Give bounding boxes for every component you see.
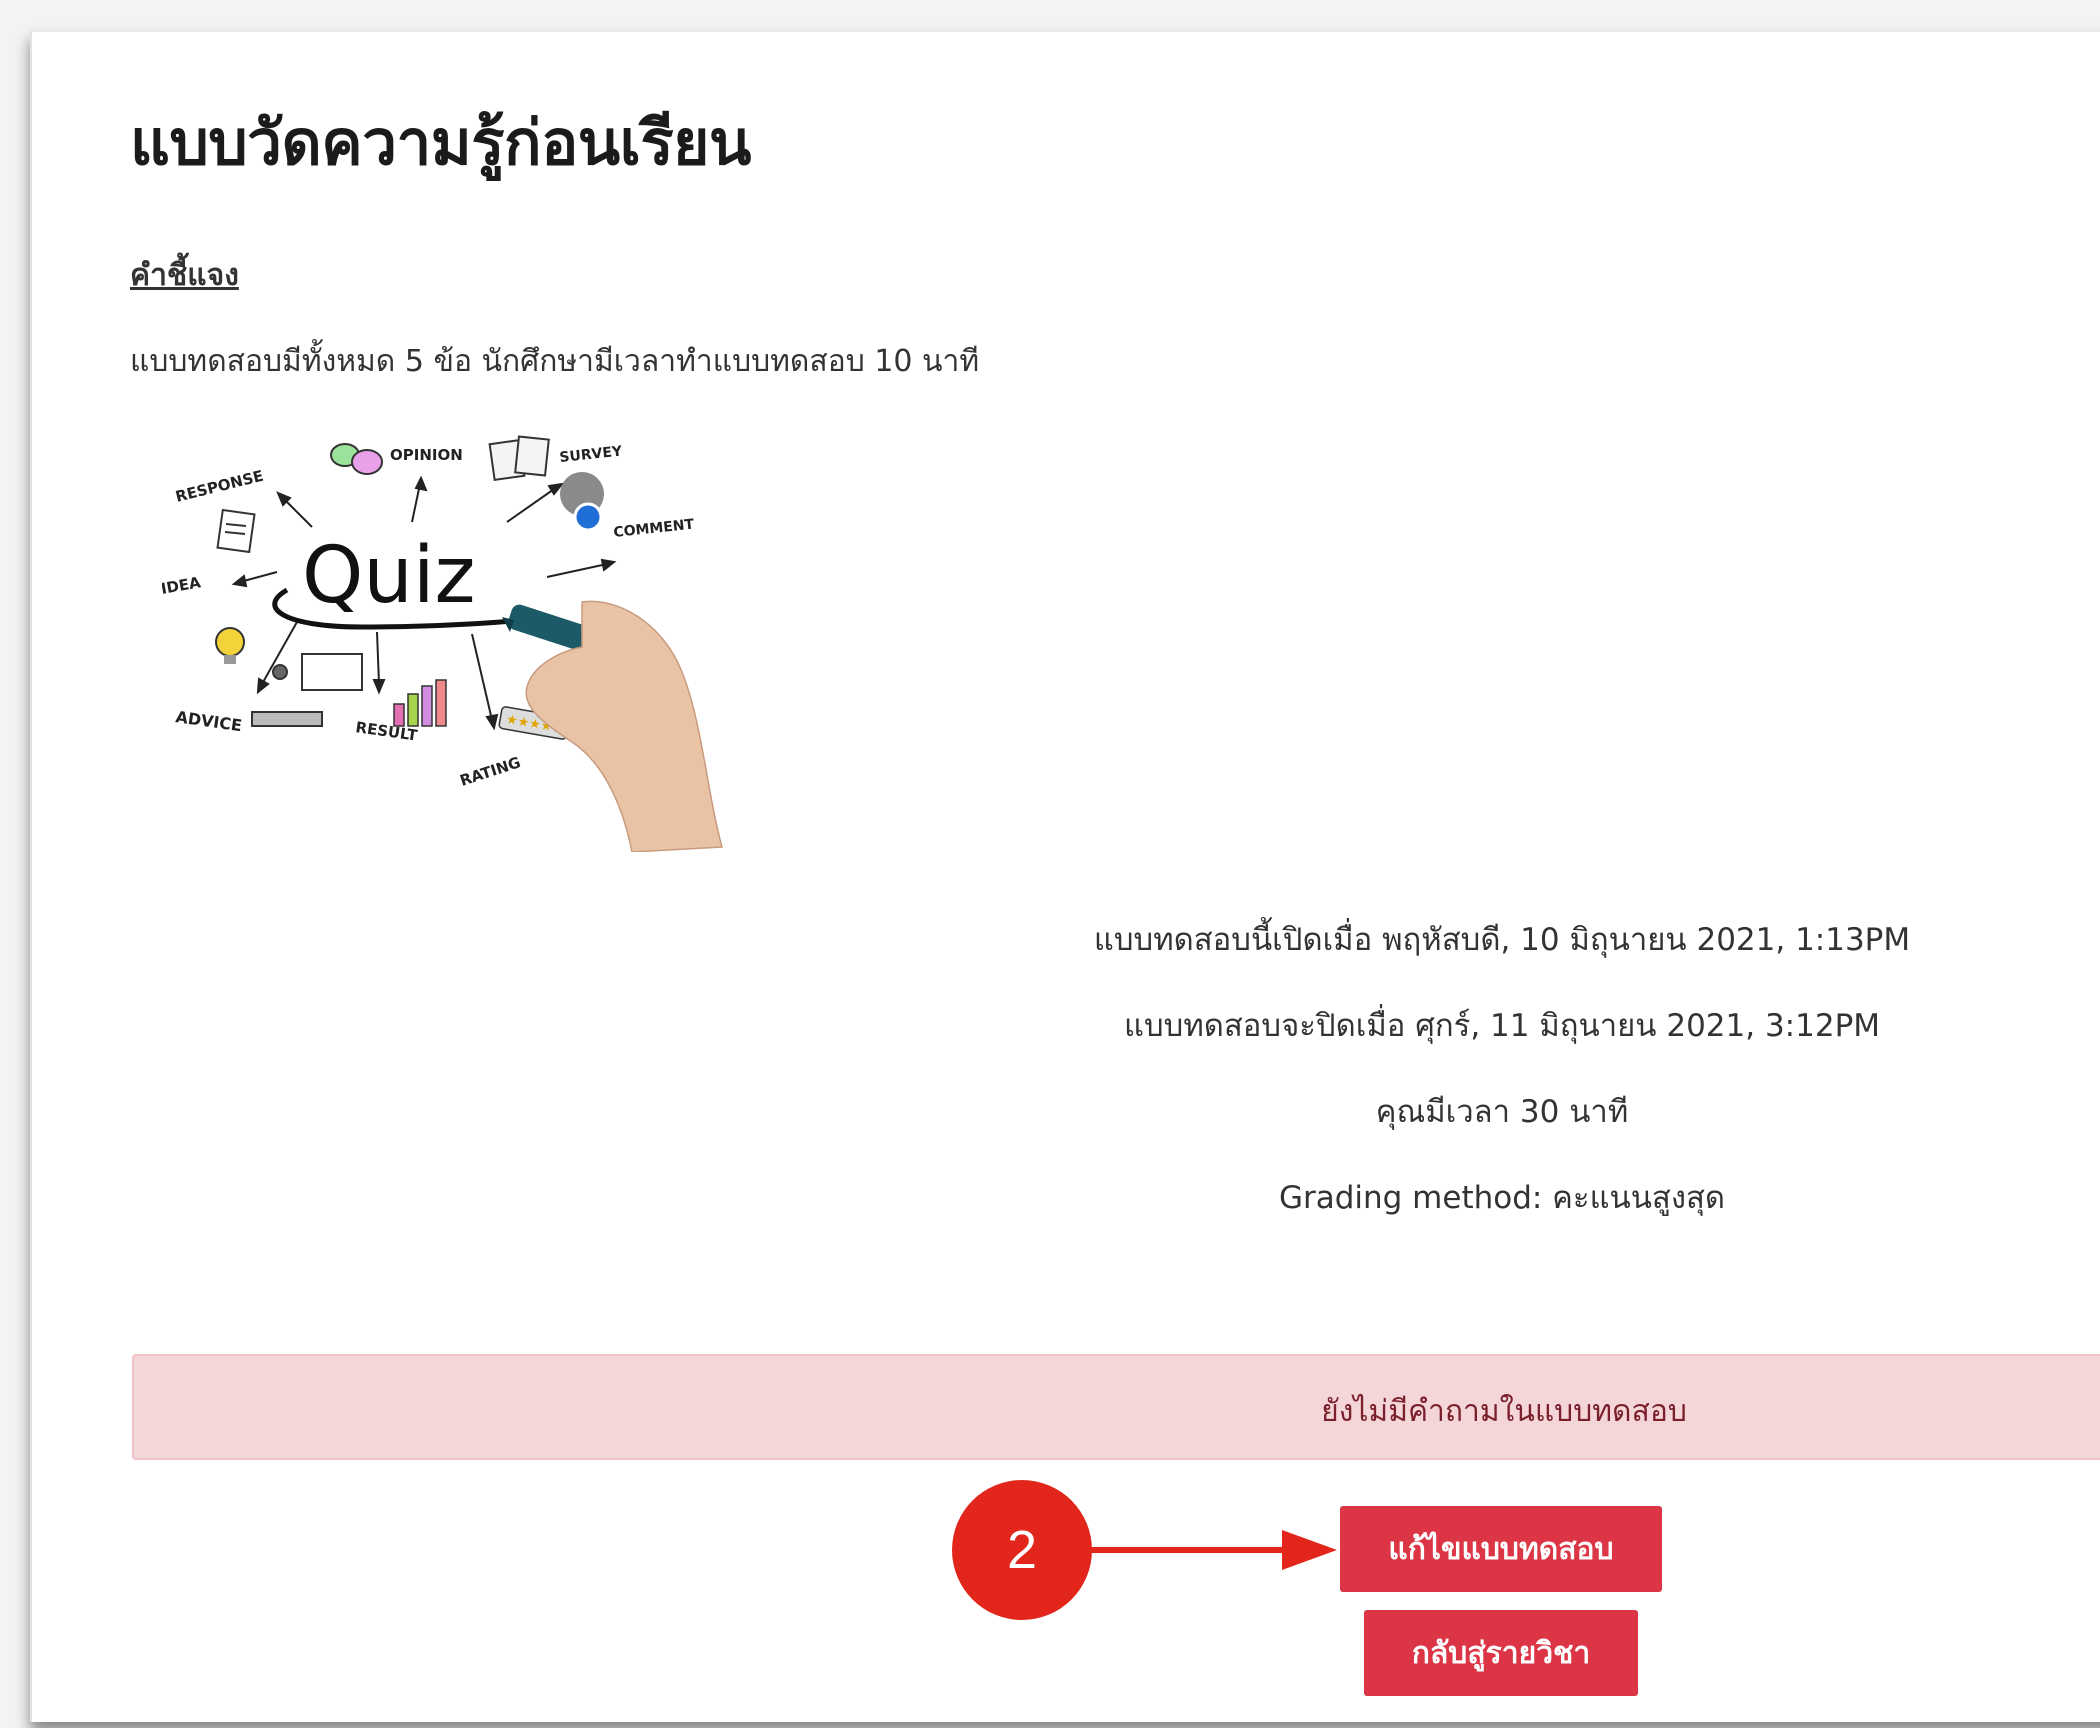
clipboard-icon xyxy=(216,508,256,554)
idea-label: IDEA xyxy=(162,573,202,598)
team-gear-icon xyxy=(560,472,604,532)
arrow-line xyxy=(471,633,493,721)
quiz-illustration: ★★★★★ RESPONSE OPINION SURVEY COMMENT ID… xyxy=(162,422,752,852)
arrowhead xyxy=(372,679,386,695)
lightbulb-icon xyxy=(215,627,245,664)
step-number-badge: 2 xyxy=(952,1480,1092,1620)
instructions-heading: คำชี้แจง xyxy=(130,258,239,293)
instructions-text: แบบทดสอบมีทั้งหมด 5 ข้อ นักศึกษามีเวลาทำ… xyxy=(130,344,980,379)
screenshot-stage: แบบวัดความรู้ก่อนเรียน คำชี้แจง แบบทดสอบ… xyxy=(0,0,2100,1728)
page-title: แบบวัดความรู้ก่อนเรียน xyxy=(130,106,751,179)
arrow-line xyxy=(546,563,608,578)
arrow-line xyxy=(411,483,421,523)
arrow-line xyxy=(376,631,380,685)
arrowhead xyxy=(231,574,248,588)
back-to-course-button[interactable]: กลับสู่รายวิชา xyxy=(1364,1610,1638,1696)
survey-book-icon xyxy=(488,435,550,482)
quiz-time-limit: คุณมีเวลา 30 นาที xyxy=(1375,1094,1629,1130)
arrowhead xyxy=(547,482,565,496)
no-questions-alert: ยังไม่มีคำถามในแบบทดสอบ xyxy=(132,1354,2100,1460)
response-label: RESPONSE xyxy=(174,467,266,506)
quiz-card: แบบวัดความรู้ก่อนเรียน คำชี้แจง แบบทดสอบ… xyxy=(30,30,2100,1722)
arrowhead xyxy=(485,713,499,731)
comment-label: COMMENT xyxy=(613,517,696,541)
quiz-close-date: แบบทดสอบจะปิดเมื่อ ศุกร์, 11 มิถุนายน 20… xyxy=(1123,1008,1881,1044)
rating-label: RATING xyxy=(458,753,523,789)
arrowhead xyxy=(600,558,617,572)
bar-chart-icon xyxy=(393,679,447,727)
speech-bubbles-icon xyxy=(330,443,383,475)
annotation-arrow-icon xyxy=(1087,1530,1337,1570)
arrow-line xyxy=(506,486,558,523)
arrowhead xyxy=(414,475,428,492)
edit-quiz-button[interactable]: แก้ไขแบบทดสอบ xyxy=(1340,1506,1662,1592)
quiz-word: Quiz xyxy=(302,531,475,621)
opinion-label: OPINION xyxy=(390,446,463,464)
quiz-open-date: แบบทดสอบนี้เปิดเมื่อ พฤหัสบดี, 10 มิถุนา… xyxy=(1093,922,1911,958)
advice-label: ADVICE xyxy=(174,707,243,735)
alert-text: ยังไม่มีคำถามในแบบทดสอบ xyxy=(1321,1394,1687,1429)
arrowhead xyxy=(256,677,270,695)
presentation-icon xyxy=(251,653,363,727)
quiz-grading-method: Grading method: คะแนนสูงสุด xyxy=(1278,1180,1726,1216)
survey-label: SURVEY xyxy=(559,443,624,466)
